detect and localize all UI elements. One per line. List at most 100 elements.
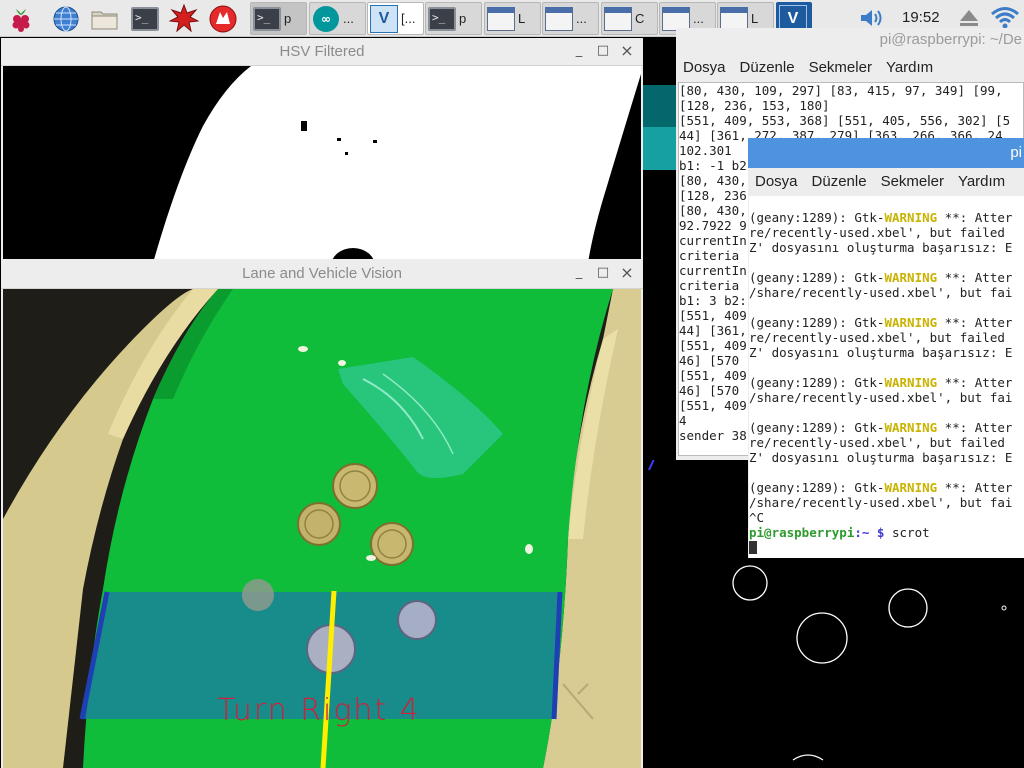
menu-tabs[interactable]: Sekmeler xyxy=(802,59,879,76)
warning-keyword: WARNING xyxy=(884,375,938,390)
input-line[interactable] xyxy=(749,540,1024,555)
warning-text: (geany:1289): Gtk- xyxy=(749,315,885,330)
terminal-window-2[interactable]: pi Dosya Düzenle Sekmeler Yardım (geany:… xyxy=(748,138,1024,558)
titlebar[interactable]: pi xyxy=(748,138,1024,168)
titlebar[interactable]: HSV Filtered _ □ × xyxy=(1,38,643,66)
taskbar-window-terminal-2[interactable]: >_ p xyxy=(425,2,482,35)
taskbar-window-label: p xyxy=(284,11,292,26)
maximize-button[interactable]: □ xyxy=(595,43,611,59)
menu-file[interactable]: Dosya xyxy=(748,173,805,190)
prompt-line: pi@raspberrypi:~ $ scrot xyxy=(749,525,1024,540)
interrupt-line: ^C xyxy=(749,510,765,525)
terminal-line: [80, 430, 109, 297] [83, 415, 97, 349] [… xyxy=(679,83,1003,98)
volume-icon[interactable] xyxy=(858,6,886,30)
vnc-icon: V xyxy=(370,4,398,33)
mathematica-launcher[interactable] xyxy=(168,3,200,34)
minimize-button[interactable]: _ xyxy=(571,265,587,281)
titlebar[interactable]: pi@raspberrypi: ~/De xyxy=(676,28,1024,52)
warning-text: (geany:1289): Gtk- xyxy=(749,210,885,225)
window-icon xyxy=(487,6,515,31)
warning-keyword: WARNING xyxy=(884,210,938,225)
menu-help[interactable]: Yardım xyxy=(951,173,1012,190)
taskbar-window-5[interactable]: ... xyxy=(542,2,599,35)
taskbar-window-terminal-1[interactable]: >_ p xyxy=(250,2,307,35)
window-icon xyxy=(604,6,632,31)
close-button[interactable]: × xyxy=(619,43,635,59)
warning-text: **: Atter xyxy=(937,420,1013,435)
taskbar-window-label: ... xyxy=(693,11,704,26)
warning-line: re/recently-used.xbel', but failed xyxy=(749,435,1005,450)
hsv-filtered-window[interactable]: HSV Filtered _ □ × xyxy=(1,38,643,263)
warning-line: (geany:1289): Gtk-WARNING **: Atter xyxy=(749,375,1024,390)
window-icon xyxy=(545,6,573,31)
warning-line: (geany:1289): Gtk-WARNING **: Atter xyxy=(749,270,1024,285)
menu-tabs[interactable]: Sekmeler xyxy=(874,173,951,190)
warning-text: (geany:1289): Gtk- xyxy=(749,270,885,285)
maximize-button[interactable]: □ xyxy=(595,265,611,281)
wolfram-launcher[interactable] xyxy=(207,3,239,34)
taskbar-window-label: p xyxy=(459,11,467,26)
web-browser-button[interactable] xyxy=(50,3,82,34)
raspberry-icon xyxy=(12,8,30,32)
warning-text: (geany:1289): Gtk- xyxy=(749,480,885,495)
warning-line: /share/recently-used.xbel', but fai xyxy=(749,285,1013,300)
clock[interactable]: 19:52 xyxy=(902,9,940,26)
warning-line: (geany:1289): Gtk-WARNING **: Atter xyxy=(749,210,1024,225)
prompt-user: pi@raspberrypi xyxy=(749,525,855,540)
terminal-icon: >_ xyxy=(253,6,281,31)
terminal-launcher[interactable]: >_ xyxy=(129,3,161,34)
window-title: pi@raspberrypi: ~/De xyxy=(879,31,1022,48)
warning-keyword: WARNING xyxy=(884,480,938,495)
taskbar-window-label: [... xyxy=(401,11,416,26)
taskbar-window-label: L xyxy=(751,11,759,26)
warning-line: /share/recently-used.xbel', but fai xyxy=(749,390,1013,405)
window-title: Lane and Vehicle Vision xyxy=(242,265,402,282)
camera-feed: Turn Right 4 xyxy=(3,289,641,768)
command-text: scrot xyxy=(892,525,930,540)
background-window-strip xyxy=(643,85,676,170)
menubar: Dosya Düzenle Sekmeler Yardım xyxy=(748,168,1024,194)
warning-text: (geany:1289): Gtk- xyxy=(749,420,885,435)
mathematica-icon xyxy=(169,3,199,32)
window-icon xyxy=(662,6,690,31)
warning-keyword: WARNING xyxy=(884,315,938,330)
window-icon xyxy=(720,6,748,31)
terminal-icon: >_ xyxy=(131,6,159,31)
taskbar-window-lane[interactable]: L xyxy=(484,2,541,35)
eject-icon[interactable] xyxy=(958,8,980,28)
warning-line: re/recently-used.xbel', but failed xyxy=(749,225,1005,240)
text-cursor xyxy=(749,541,757,554)
taskbar-window-arduino[interactable]: ∞ ... xyxy=(309,2,366,35)
turn-direction-label: Turn Right 4 xyxy=(217,693,421,728)
desktop: >_ >_ p ∞ ... V [... >_ p L ... C ... L … xyxy=(0,0,1024,768)
terminal-line: [551, 409, 553, 368] [551, 405, 556, 302… xyxy=(679,113,1011,128)
raspberry-menu-button[interactable] xyxy=(5,3,37,34)
lane-vision-window[interactable]: Lane and Vehicle Vision _ □ × Turn Right… xyxy=(1,259,643,768)
file-manager-button[interactable] xyxy=(89,3,121,34)
prompt-path: :~ $ xyxy=(854,525,885,540)
warning-line: /share/recently-used.xbel', but fai xyxy=(749,495,1013,510)
menu-file[interactable]: Dosya xyxy=(676,59,733,76)
warning-text: **: Atter xyxy=(937,375,1013,390)
warning-text: **: Atter xyxy=(937,270,1013,285)
folder-icon xyxy=(91,11,118,29)
menu-help[interactable]: Yardım xyxy=(879,59,940,76)
warning-line: Z' dosyasını oluşturma başarısız: E xyxy=(749,450,1013,465)
taskbar-window-vnc[interactable]: V [... xyxy=(367,2,424,35)
menu-edit[interactable]: Düzenle xyxy=(733,59,802,76)
minimize-button[interactable]: _ xyxy=(571,43,587,59)
warning-text: (geany:1289): Gtk- xyxy=(749,375,885,390)
warning-line: Z' dosyasını oluşturma başarısız: E xyxy=(749,240,1013,255)
arduino-icon: ∞ xyxy=(313,5,339,32)
close-button[interactable]: × xyxy=(619,265,635,281)
titlebar[interactable]: Lane and Vehicle Vision _ □ × xyxy=(1,259,643,289)
taskbar-window-label: L xyxy=(518,11,526,26)
taskbar-window-contours[interactable]: C xyxy=(601,2,658,35)
warning-line: (geany:1289): Gtk-WARNING **: Atter xyxy=(749,315,1024,330)
menu-edit[interactable]: Düzenle xyxy=(805,173,874,190)
terminal-output[interactable]: (geany:1289): Gtk-WARNING **: Atter re/re… xyxy=(749,196,1024,558)
